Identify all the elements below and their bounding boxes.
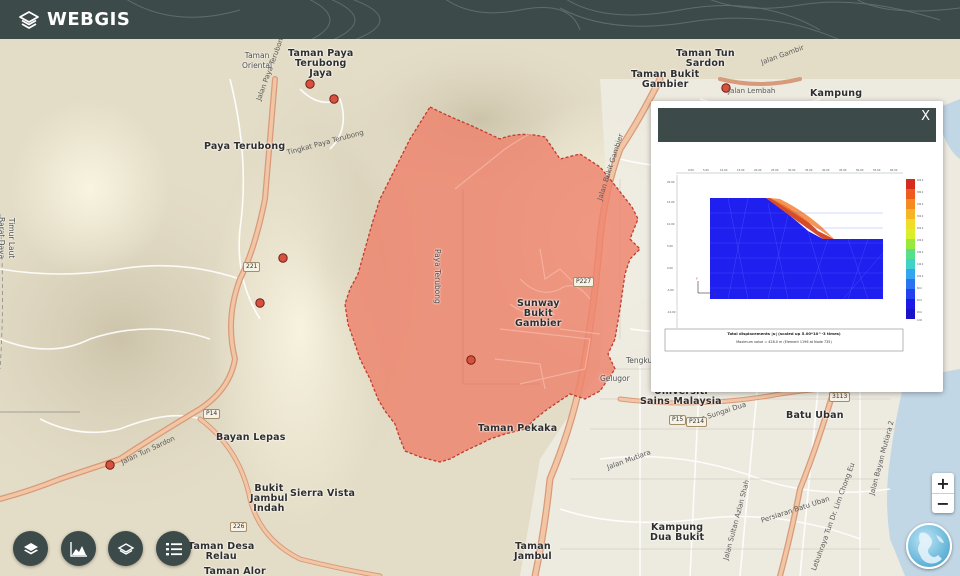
svg-text:140.0: 140.0 (917, 263, 924, 266)
svg-text:-5.00: -5.00 (667, 288, 674, 292)
svg-text:15.00: 15.00 (737, 168, 745, 172)
svg-text:40.0: 40.0 (917, 299, 922, 302)
app-logo[interactable]: WEBGIS (18, 9, 130, 30)
close-button[interactable]: X (921, 109, 930, 124)
incident-marker[interactable] (255, 298, 265, 308)
route-shield: P214 (686, 417, 708, 427)
popup-header: X (658, 108, 936, 142)
popup-content: 0.00 5.00 10.00 15.00 20.00 25.00 30.00 35.00… (658, 153, 936, 385)
app-title: WEBGIS (47, 9, 131, 30)
result-caption-subtitle: Maximum value = 428.0 m (Element 1196 at… (736, 340, 832, 344)
place-label: Taman Jambul (514, 541, 552, 562)
boundary-label: Timur Laut Barat Daya (0, 217, 16, 260)
feature-popup: X 0.00 5.00 10.00 15.00 20.00 25.00 30.00 35.… (651, 101, 943, 392)
place-label: Sunway Bukit Gambier (515, 298, 562, 329)
zoom-out-button[interactable]: − (932, 493, 954, 513)
layers-tool-button[interactable] (13, 531, 48, 566)
svg-text:55.00: 55.00 (873, 168, 881, 172)
svg-text:60.0: 60.0 (917, 287, 922, 290)
svg-text:60.00: 60.00 (890, 168, 898, 172)
place-label: Taman Tun Sardon (676, 48, 735, 69)
svg-text:-10.00: -10.00 (667, 310, 676, 314)
svg-text:50.00: 50.00 (856, 168, 864, 172)
place-label: Gelugor (600, 374, 630, 383)
elevation-tool-button[interactable] (61, 531, 96, 566)
svg-text:35.00: 35.00 (805, 168, 813, 172)
header-contour-pattern (126, 0, 960, 39)
incident-marker[interactable] (466, 355, 476, 365)
svg-text:400.0: 400.0 (917, 179, 924, 182)
app-header: WEBGIS (0, 0, 960, 39)
route-shield: P227 (573, 277, 595, 287)
layers-icon (23, 542, 38, 554)
zoom-control: + − (932, 473, 954, 513)
svg-text:10.00: 10.00 (667, 222, 675, 226)
place-label: Taman Paya Terubong Jaya (288, 48, 354, 79)
svg-text:380.0: 380.0 (917, 191, 924, 194)
elevation-chart-icon (69, 541, 87, 557)
svg-text:0.00: 0.00 (688, 168, 694, 172)
svg-text:180.0: 180.0 (917, 251, 924, 254)
svg-text:260.0: 260.0 (917, 227, 924, 230)
route-shield: P14 (203, 409, 221, 419)
svg-text:0.00: 0.00 (917, 319, 922, 322)
basemap-tool-button[interactable] (108, 531, 143, 566)
svg-text:5.00: 5.00 (667, 244, 673, 248)
incident-marker[interactable] (329, 94, 339, 104)
place-label: Batu Uban (786, 410, 844, 421)
svg-text:x: x (714, 292, 716, 296)
svg-text:100.0: 100.0 (917, 275, 924, 278)
webgis-app: WEBGIS Taman Oriental Taman Paya Terubon… (0, 0, 960, 576)
incident-marker[interactable] (105, 460, 115, 470)
svg-text:20.00: 20.00 (667, 180, 675, 184)
globe-icon (918, 532, 944, 564)
svg-text:5.00: 5.00 (703, 168, 709, 172)
svg-text:0.00: 0.00 (667, 266, 673, 270)
svg-text:220.0: 220.0 (917, 239, 924, 242)
svg-text:15.00: 15.00 (667, 200, 675, 204)
displacement-result-image: 0.00 5.00 10.00 15.00 20.00 25.00 30.00 35.00… (664, 168, 924, 352)
svg-text:45.00: 45.00 (839, 168, 847, 172)
route-shield: 226 (230, 522, 248, 532)
place-label: Bukit Jambul Indah (250, 483, 288, 514)
incident-marker[interactable] (278, 253, 288, 263)
svg-text:25.00: 25.00 (771, 168, 779, 172)
place-label: Taman Bukit Gambier (631, 69, 700, 90)
svg-text:30.00: 30.00 (788, 168, 796, 172)
place-label: Kampung Dua Bukit (650, 522, 705, 543)
road-label: Jalan Lembah (728, 87, 776, 95)
place-label: Taman Pekaka (478, 423, 558, 434)
svg-text:y: y (696, 276, 698, 280)
place-label: Tengku (626, 356, 653, 365)
place-label: Taman Desa Relau (188, 541, 255, 562)
route-shield: 221 (243, 262, 261, 272)
place-label: Bayan Lepas (216, 432, 286, 443)
layers-logo-icon (19, 10, 39, 29)
boundary-label: Paya Terubong (433, 249, 442, 304)
basemap-toggle-button[interactable] (906, 523, 952, 569)
route-shield: P15 (669, 415, 687, 425)
incident-marker[interactable] (305, 79, 315, 89)
svg-text:40.00: 40.00 (822, 168, 830, 172)
svg-text:10.00: 10.00 (720, 168, 728, 172)
svg-text:20.00: 20.00 (754, 168, 762, 172)
legend-tool-button[interactable] (156, 531, 191, 566)
place-label: Sierra Vista (290, 488, 356, 499)
place-label: Taman Alor (204, 566, 266, 576)
place-label: Paya Terubong (204, 141, 286, 152)
svg-text:340.0: 340.0 (917, 203, 924, 206)
place-label: Kampung (810, 88, 863, 99)
svg-text:300.0: 300.0 (917, 215, 924, 218)
stack-icon (117, 542, 134, 555)
zoom-in-button[interactable]: + (932, 473, 954, 493)
list-icon (165, 542, 182, 555)
route-shield: 3113 (829, 392, 851, 402)
svg-text:20.0: 20.0 (917, 311, 922, 314)
result-caption-title: Total displacements |u| (scaled up 5.00*… (727, 331, 841, 336)
